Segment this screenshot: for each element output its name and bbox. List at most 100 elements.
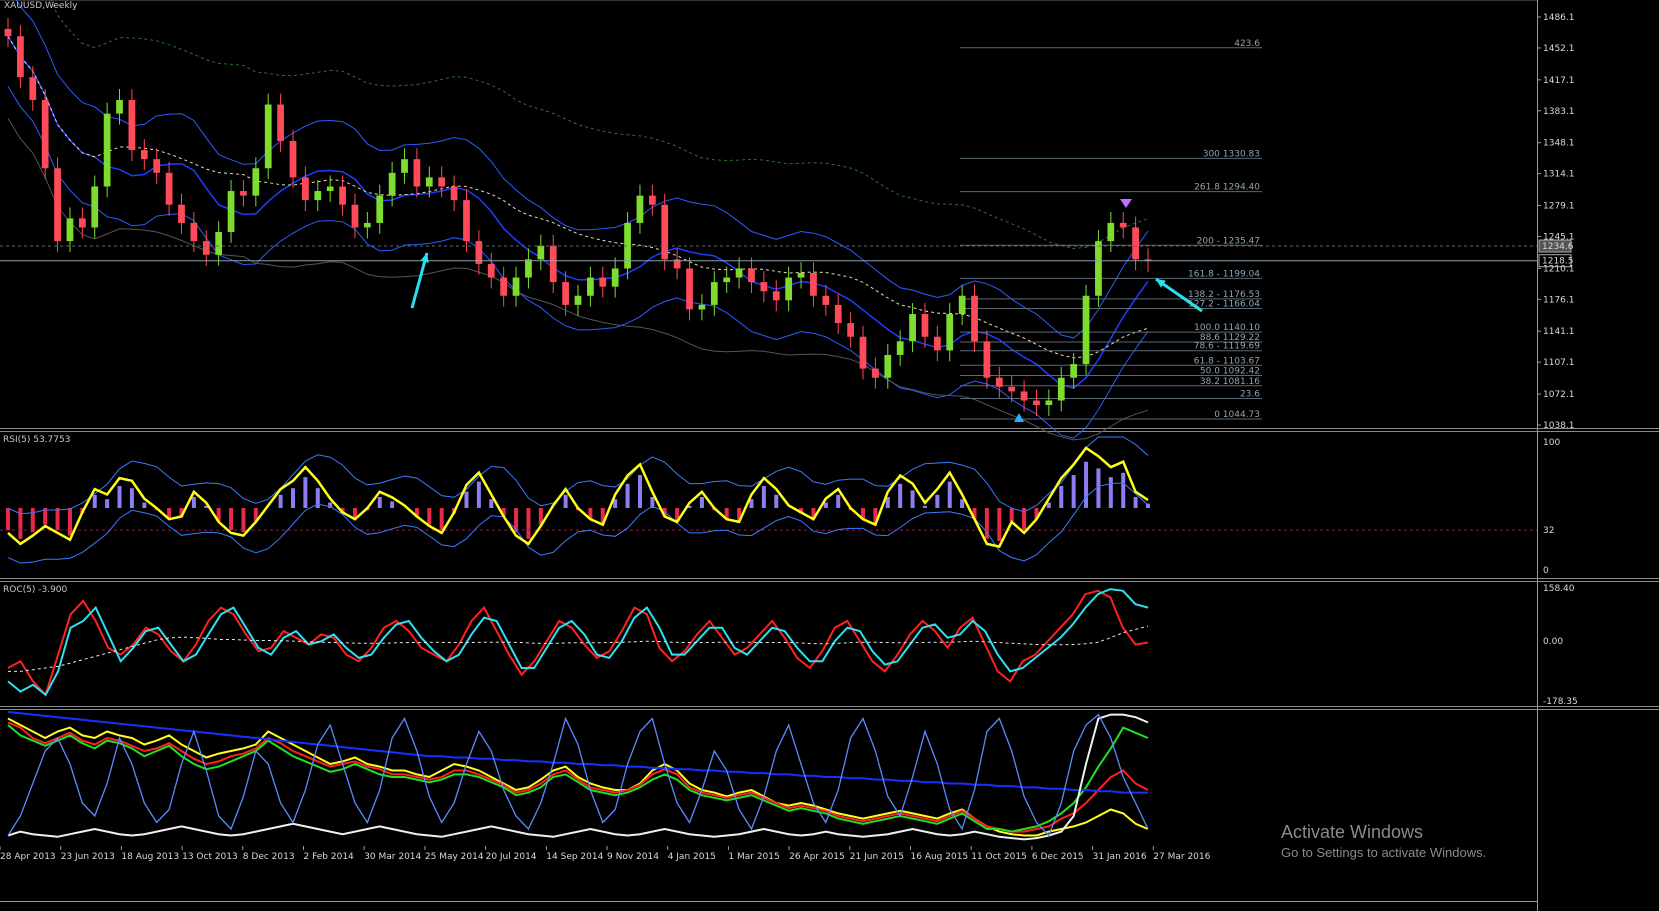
oscillator-panel[interactable] xyxy=(7,711,1149,841)
roc-series-line xyxy=(7,588,1149,697)
candle xyxy=(66,218,74,242)
rsi-histogram-bar xyxy=(563,494,568,508)
candle xyxy=(686,268,693,310)
fibonacci-label: 38.2 1081.16 xyxy=(1200,377,1260,387)
rsi-histogram-bar xyxy=(377,497,382,508)
candle xyxy=(1082,295,1090,365)
x-axis-label: 9 Nov 2014 xyxy=(607,852,659,862)
candle xyxy=(822,295,830,305)
x-axis-label: 14 Sep 2014 xyxy=(546,852,603,862)
candle xyxy=(264,104,272,169)
rsi-histogram-bar xyxy=(960,499,965,508)
x-axis-label: 25 May 2014 xyxy=(425,852,484,862)
rsi-band-upper xyxy=(7,436,1149,515)
x-axis-label: 31 Jan 2016 xyxy=(1093,852,1147,862)
price-tick-label: 1245.1 xyxy=(1543,232,1575,242)
candle xyxy=(884,354,892,378)
candle xyxy=(401,159,408,173)
rsi-histogram-bar xyxy=(142,502,147,508)
rsi-histogram-bar xyxy=(390,501,395,508)
rsi-panel[interactable] xyxy=(0,436,1537,564)
candle xyxy=(339,186,346,205)
rsi-histogram-bar xyxy=(1084,461,1089,508)
rsi-histogram-bar xyxy=(637,475,642,508)
rsi-histogram-bar xyxy=(823,502,828,508)
purple-marker xyxy=(1120,199,1132,208)
rsi-histogram-bar xyxy=(1133,497,1138,508)
candle xyxy=(277,104,284,141)
candle xyxy=(351,204,359,228)
rsi-tick-label: 0 xyxy=(1543,566,1549,576)
x-axis-label: 2 Feb 2014 xyxy=(304,852,355,862)
blue-marker xyxy=(1014,413,1024,422)
candle xyxy=(735,268,743,278)
candle xyxy=(1045,400,1053,406)
x-axis-label: 30 Mar 2014 xyxy=(364,852,421,862)
candle xyxy=(525,259,532,278)
fibonacci-label: 50.0 1092.42 xyxy=(1200,367,1260,377)
chart-canvas[interactable]: 423.6 300 1330.83 261.8 1294.40 200 - 1235.… xyxy=(0,0,1659,911)
candle xyxy=(78,218,86,228)
candle xyxy=(240,191,247,196)
candle xyxy=(17,36,24,78)
candle xyxy=(178,204,185,223)
candle xyxy=(760,282,768,292)
candle xyxy=(487,263,495,278)
candle xyxy=(648,195,656,205)
rsi-histogram-bar xyxy=(935,494,940,508)
price-tick-label: 1417.1 xyxy=(1543,76,1575,86)
candle xyxy=(314,191,322,201)
rsi-histogram-bar xyxy=(774,494,779,508)
rsi-histogram-bar xyxy=(761,486,766,508)
price-tick-label: 1038.1 xyxy=(1543,421,1575,431)
roc-series-line xyxy=(8,625,1149,672)
rsi-histogram-bar xyxy=(1071,475,1076,508)
rsi-histogram-bar xyxy=(947,481,952,508)
candle xyxy=(933,336,941,351)
candle xyxy=(289,140,297,178)
rsi-histogram-bar xyxy=(117,486,122,508)
rsi-tick-label: 100 xyxy=(1543,438,1560,448)
x-axis-label: 13 Oct 2013 xyxy=(182,852,238,862)
rsi-histogram-bar xyxy=(278,494,283,508)
candle xyxy=(103,113,111,187)
candle xyxy=(438,177,446,187)
roc-tick-label: 0.00 xyxy=(1543,637,1563,647)
rsi-histogram-bar xyxy=(910,490,915,508)
x-axis-label: 6 Dec 2015 xyxy=(1032,852,1084,862)
candle xyxy=(810,273,817,296)
rsi-histogram-bar xyxy=(489,499,494,508)
price-chart-title: XAUUSD,Weekly xyxy=(4,1,78,11)
price-panel[interactable]: 423.6 300 1330.83 261.8 1294.40 200 - 1235.… xyxy=(0,0,1574,441)
rsi-histogram-bar xyxy=(30,508,35,533)
candle xyxy=(376,195,384,223)
candle xyxy=(1070,364,1078,378)
candle xyxy=(1008,386,1016,392)
x-axis-label: 18 Aug 2013 xyxy=(121,852,179,862)
x-axis-label: 21 Jun 2015 xyxy=(850,852,904,862)
candle xyxy=(388,172,396,196)
x-axis-label: 20 Jul 2014 xyxy=(486,852,537,862)
candle xyxy=(165,172,173,205)
candle xyxy=(202,241,210,255)
rsi-histogram-bar xyxy=(105,499,110,508)
fibonacci-label: 0 1044.73 xyxy=(1214,410,1260,420)
rsi-histogram-bar xyxy=(92,494,97,508)
candle xyxy=(1020,391,1028,401)
candle xyxy=(116,99,123,114)
price-tick-label: 1107.1 xyxy=(1543,358,1575,368)
candle xyxy=(587,277,594,296)
candle xyxy=(1057,377,1065,401)
candle xyxy=(748,268,755,283)
candle xyxy=(599,277,607,287)
rsi-histogram-bar xyxy=(129,488,134,508)
roc-panel[interactable] xyxy=(7,588,1149,697)
candle xyxy=(574,295,582,305)
rsi-histogram-bar xyxy=(464,491,469,508)
candle xyxy=(946,313,954,351)
price-tick-label: 1072.1 xyxy=(1543,390,1575,400)
candle xyxy=(723,277,731,283)
candle xyxy=(29,77,37,100)
x-axis-label: 28 Apr 2013 xyxy=(0,852,56,862)
rsi-histogram-bar xyxy=(55,508,60,530)
